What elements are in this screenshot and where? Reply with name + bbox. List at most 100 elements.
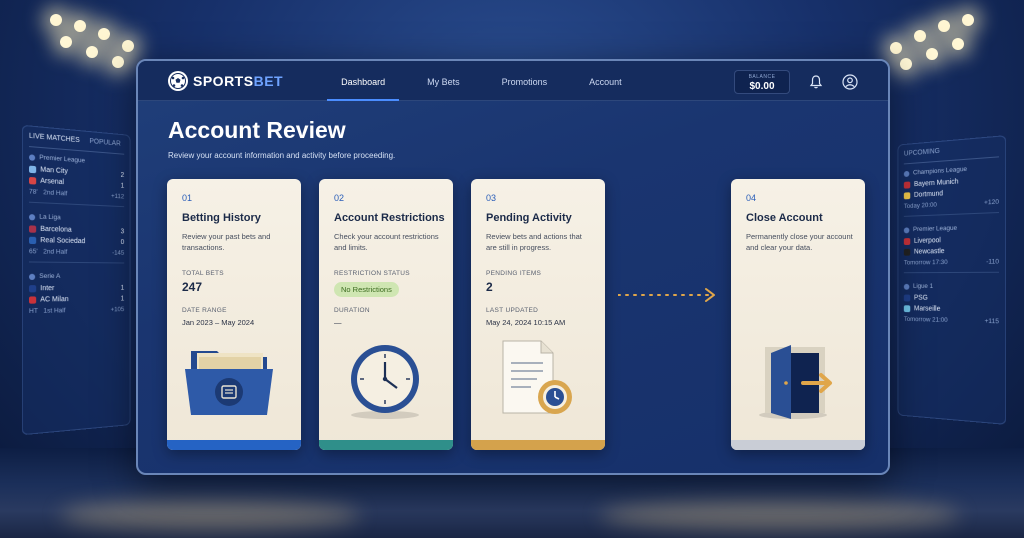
- tab-popular[interactable]: POPULAR: [89, 138, 120, 148]
- brand-logo[interactable]: SPORTSBET: [168, 70, 284, 91]
- team-score: 1: [120, 295, 125, 303]
- team-name: Arsenal: [40, 177, 65, 187]
- card-description: Review bets and actions that are still i…: [486, 232, 582, 252]
- team-crest-icon: [29, 285, 37, 293]
- team-name: Marseille: [913, 305, 941, 313]
- card-description: Review your past bets and transactions.: [182, 232, 271, 252]
- bell-icon[interactable]: [808, 74, 824, 90]
- team-crest-icon: [29, 225, 37, 233]
- card-description: Permanently close your account and clear…: [746, 232, 853, 252]
- total-bets-label: TOTAL BETS: [182, 270, 224, 277]
- nav-my-bets[interactable]: My Bets: [413, 61, 474, 101]
- match-odds[interactable]: +120: [984, 199, 999, 207]
- card-title: Account Restrictions: [334, 212, 445, 224]
- card-number: 02: [334, 193, 345, 203]
- date-range-label: DATE RANGE: [182, 307, 227, 314]
- logo-text-accent: BET: [253, 72, 284, 89]
- card-description: Check your account restrictions and limi…: [334, 232, 439, 252]
- league-name: Serie A: [39, 272, 61, 280]
- match-odds[interactable]: -110: [986, 258, 999, 265]
- balance-label: BALANCE: [748, 74, 776, 80]
- team-crest-icon: [903, 192, 911, 200]
- top-navigation-bar: SPORTSBET Dashboard My Bets Promotions A…: [138, 61, 888, 101]
- total-bets-value: 247: [182, 280, 203, 294]
- dotted-arrow-icon: [618, 288, 715, 302]
- page-subtitle: Review your account information and acti…: [168, 151, 396, 160]
- team-name: PSG: [913, 294, 928, 302]
- app-window: SPORTSBET Dashboard My Bets Promotions A…: [136, 59, 890, 475]
- team-crest-icon: [29, 165, 37, 174]
- card-pending-activity[interactable]: 03 Pending Activity Review bets and acti…: [471, 179, 605, 450]
- upcoming-matches-panel: UPCOMING Champions League Bayern Munich …: [897, 135, 1007, 425]
- card-betting-history[interactable]: 01 Betting History Review your past bets…: [167, 179, 301, 450]
- team-name: Real Sociedad: [40, 237, 86, 246]
- logo-text-main: SPORTS: [193, 72, 254, 89]
- league-name: Champions League: [913, 165, 968, 177]
- match-group[interactable]: Serie A Inter 1 AC Milan 1 HT 1st Half +105: [29, 273, 124, 321]
- match-time: 65': [29, 248, 38, 256]
- card-number: 03: [486, 193, 497, 203]
- match-odds[interactable]: +115: [985, 318, 999, 326]
- tab-upcoming[interactable]: UPCOMING: [904, 148, 940, 158]
- match-time: Tomorrow 21:00: [903, 315, 948, 324]
- tab-live-matches[interactable]: LIVE MATCHES: [29, 133, 80, 145]
- team-name: AC Milan: [40, 296, 69, 304]
- match-odds[interactable]: -145: [112, 250, 124, 257]
- status-badge: No Restrictions: [334, 282, 399, 297]
- team-name: Barcelona: [40, 225, 72, 234]
- card-account-restrictions[interactable]: 02 Account Restrictions Check your accou…: [319, 179, 453, 450]
- last-updated-value: May 24, 2024 10:15 AM: [486, 318, 566, 327]
- nav-dashboard[interactable]: Dashboard: [327, 61, 400, 101]
- balance-display[interactable]: BALANCE $0.00: [734, 70, 790, 94]
- nav-account[interactable]: Account: [575, 61, 636, 101]
- card-number: 01: [182, 193, 193, 203]
- team-crest-icon: [29, 296, 37, 304]
- soccer-ball-icon: [168, 70, 188, 91]
- match-period: 1st Half: [43, 307, 66, 315]
- match-group[interactable]: La Liga Barcelona 3 Real Sociedad 0 65' 2n…: [29, 213, 125, 264]
- main-nav: Dashboard My Bets Promotions Account: [327, 61, 650, 101]
- clock-icon: [319, 329, 453, 429]
- team-name: Newcastle: [913, 248, 945, 256]
- team-score: 0: [120, 239, 125, 247]
- match-period: 2nd Half: [43, 248, 68, 256]
- match-time: HT: [29, 307, 38, 316]
- league-name: Premier League: [39, 154, 86, 165]
- match-group[interactable]: Premier League Liverpool Newcastle Tomor…: [903, 223, 999, 274]
- league-name: La Liga: [39, 213, 61, 222]
- team-crest-icon: [29, 176, 37, 185]
- team-score: 1: [120, 182, 125, 190]
- league-name: Ligue 1: [913, 282, 934, 290]
- page-title: Account Review: [168, 117, 346, 143]
- user-profile-icon[interactable]: [842, 74, 858, 90]
- restriction-status-label: RESTRICTION STATUS: [334, 270, 410, 277]
- team-score: 3: [120, 228, 125, 236]
- league-icon: [903, 170, 910, 177]
- team-score: 1: [120, 284, 125, 292]
- match-group[interactable]: Ligue 1 PSG Marseille Tomorrow 21:00 +115: [903, 282, 999, 332]
- match-group[interactable]: Premier League Man City 2 Arsenal 1 78' 2n…: [29, 153, 125, 208]
- team-crest-icon: [903, 238, 911, 246]
- pending-document-icon: [471, 329, 605, 429]
- team-name: Dortmund: [913, 190, 943, 199]
- card-title: Betting History: [182, 212, 261, 224]
- balance-value: $0.00: [749, 81, 775, 92]
- card-close-account[interactable]: 04 Close Account Permanently close your …: [731, 179, 865, 450]
- league-icon: [29, 273, 36, 280]
- match-odds[interactable]: +105: [111, 306, 125, 313]
- nav-promotions[interactable]: Promotions: [488, 61, 562, 101]
- card-title: Close Account: [746, 212, 823, 224]
- match-group[interactable]: Champions League Bayern Munich Dortmund …: [903, 163, 999, 217]
- league-icon: [903, 226, 910, 233]
- league-name: Premier League: [913, 224, 958, 234]
- date-range-value: Jan 2023 – May 2024: [182, 318, 255, 327]
- match-time: Tomorrow 17:30: [903, 259, 948, 267]
- team-score: 2: [120, 171, 125, 179]
- pending-items-value: 2: [486, 280, 493, 294]
- folder-icon: [167, 329, 301, 429]
- exit-door-icon: [731, 329, 865, 429]
- match-odds[interactable]: +112: [111, 193, 124, 201]
- team-crest-icon: [903, 305, 911, 313]
- team-name: Inter: [40, 285, 55, 293]
- card-accent-bar: [731, 440, 865, 450]
